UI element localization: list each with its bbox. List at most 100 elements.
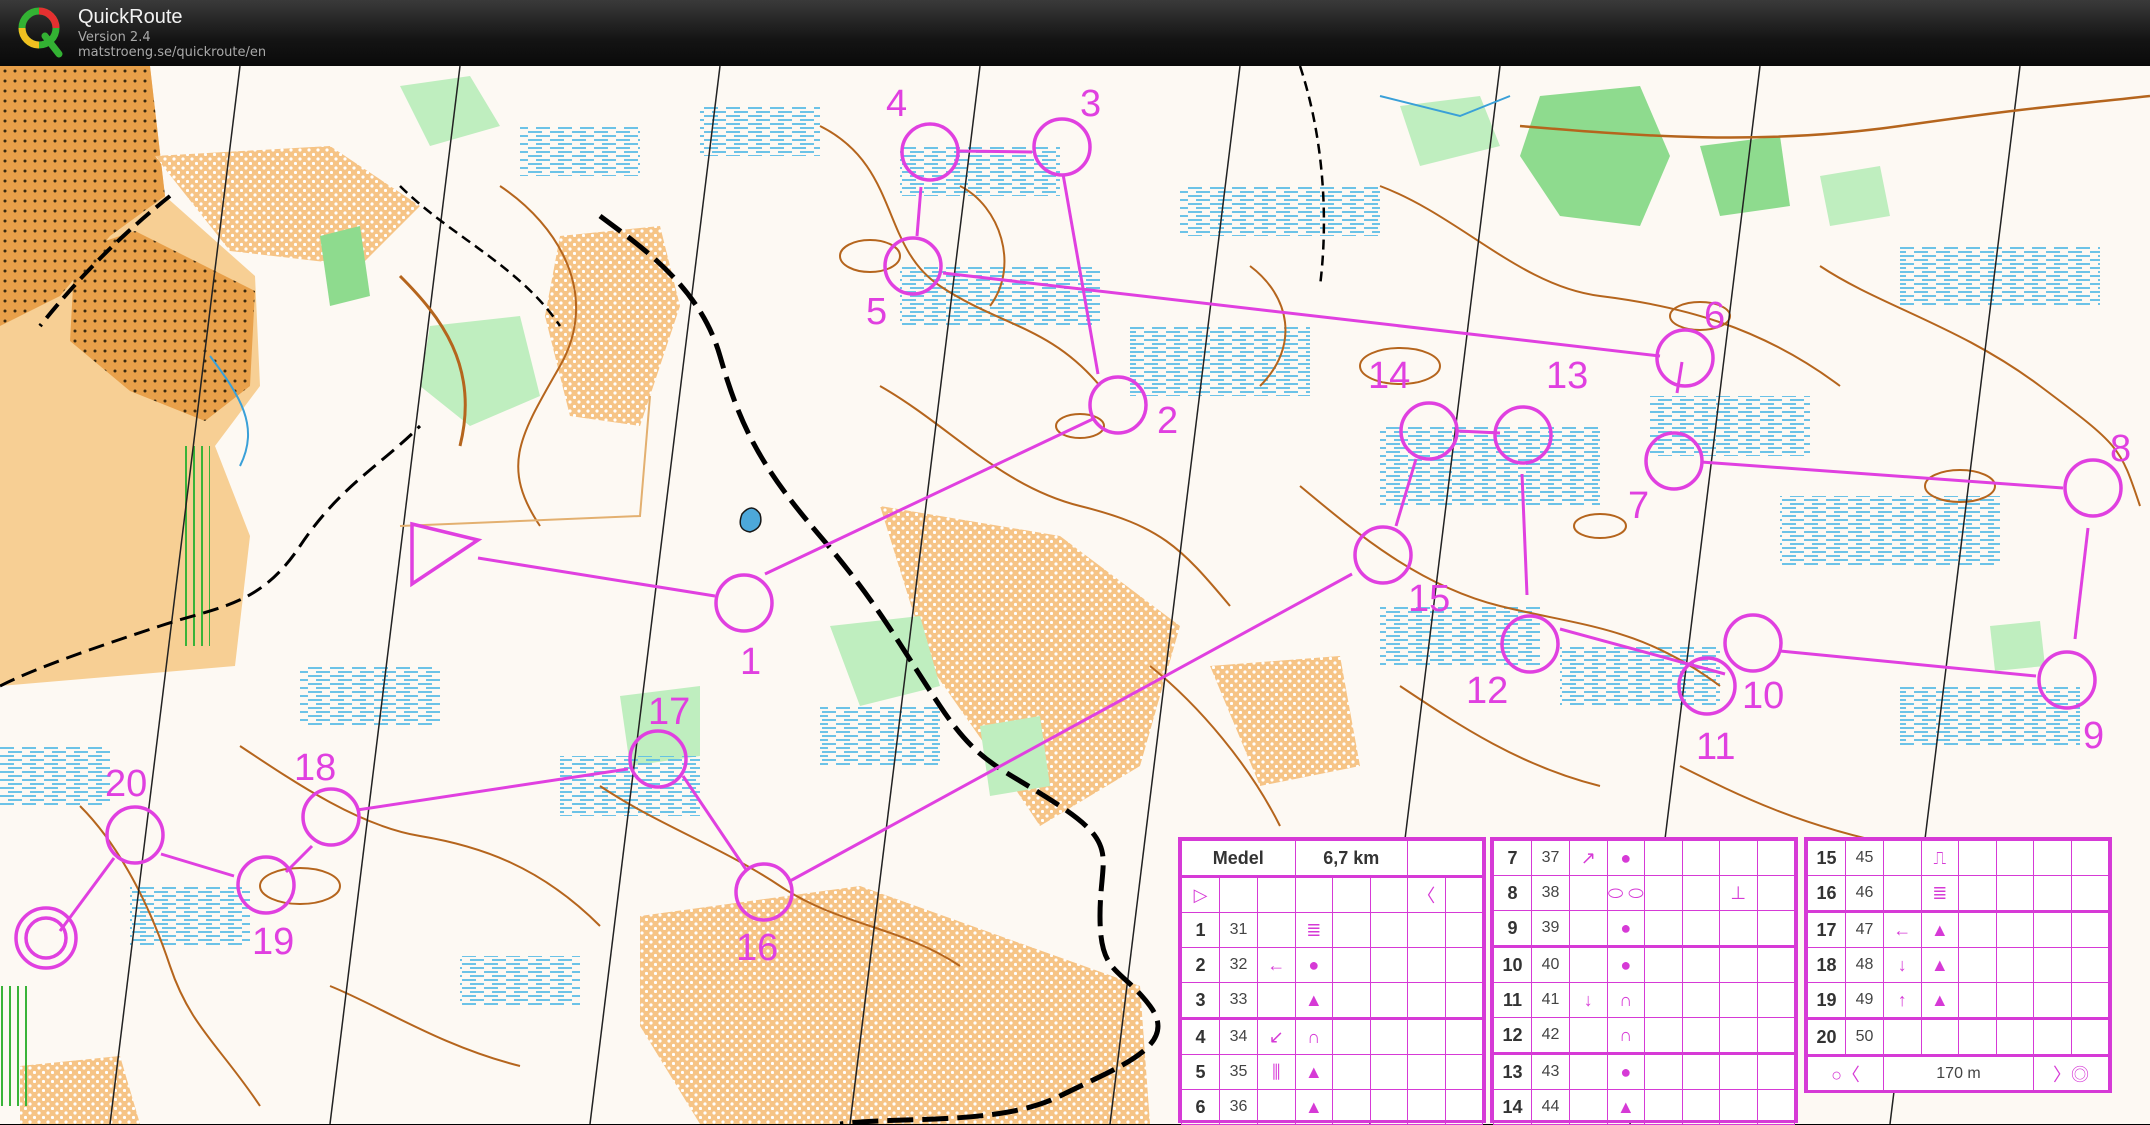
empty-cell xyxy=(1332,947,1371,983)
symbol-cell: ▲ xyxy=(1920,910,1959,948)
empty-cell xyxy=(1719,982,1758,1018)
symbol-cell xyxy=(1569,1089,1608,1125)
control-number-cell: 10 xyxy=(1493,945,1532,983)
symbol-cell: ▲ xyxy=(1920,947,1959,983)
empty-cell xyxy=(2070,875,2109,912)
empty-cell xyxy=(2033,1017,2072,1056)
control-number-cell: 11 xyxy=(1493,982,1532,1018)
control-number-cell: 19 xyxy=(1807,982,1846,1019)
empty-cell xyxy=(1644,840,1683,876)
symbol-cell: ▲ xyxy=(1920,982,1959,1019)
empty-cell xyxy=(1644,875,1683,911)
control-code-cell: 38 xyxy=(1531,875,1570,911)
control-description-3: 15 45 ⎍ 16 46 ≣ 17 47 ← ▲ 18 48 ↓ ▲ 19 49 ↑ ▲ 20 50 ○〈… xyxy=(1804,837,2112,1093)
symbol-cell: ≣ xyxy=(1920,875,1959,912)
control-number: 6 xyxy=(1704,295,1725,337)
empty-cell xyxy=(1332,982,1371,1019)
empty-cell xyxy=(2033,982,2072,1019)
control-code-cell: 39 xyxy=(1531,910,1570,947)
empty-cell xyxy=(1681,982,1720,1018)
symbol-cell: ● xyxy=(1606,1052,1645,1090)
empty-cell xyxy=(1756,840,1795,876)
control-number: 5 xyxy=(866,291,887,333)
empty-cell xyxy=(1995,840,2034,876)
empty-cell xyxy=(1681,1017,1720,1054)
empty-cell xyxy=(1719,1017,1758,1054)
control-code-cell: 36 xyxy=(1219,1089,1258,1125)
empty-cell xyxy=(1407,1089,1446,1125)
empty-cell xyxy=(1756,1052,1795,1090)
empty-cell xyxy=(1444,912,1483,948)
empty-cell xyxy=(1958,910,1997,948)
empty-cell xyxy=(1644,1052,1683,1090)
start-direction-icon: 〈 xyxy=(1407,875,1446,913)
control-number-cell: 17 xyxy=(1807,910,1846,948)
control-number-cell: 20 xyxy=(1807,1017,1846,1056)
app-version: Version 2.4 xyxy=(78,30,151,45)
symbol-cell: ↑ xyxy=(1883,982,1922,1019)
empty-cell xyxy=(2033,875,2072,912)
symbol-cell xyxy=(1883,840,1922,876)
empty-cell xyxy=(1444,1017,1483,1055)
control-number-cell: 15 xyxy=(1807,840,1846,876)
empty-cell xyxy=(2070,840,2109,876)
control-number: 17 xyxy=(648,691,690,733)
course-length: 6,7 km xyxy=(1294,840,1408,877)
empty-cell xyxy=(2033,910,2072,948)
symbol-cell: ≣ xyxy=(1294,912,1333,948)
symbol-cell: ⫼ xyxy=(1257,1054,1296,1090)
empty-cell xyxy=(1995,982,2034,1019)
empty-cell xyxy=(2070,1017,2109,1056)
empty-cell xyxy=(1681,840,1720,876)
control-number: 11 xyxy=(1696,726,1735,768)
control-code-cell: 31 xyxy=(1219,912,1258,948)
control-number-cell: 2 xyxy=(1181,947,1220,983)
control-code-cell: 33 xyxy=(1219,982,1258,1019)
control-description-1: Medel 6,7 km ▷ 〈 1 31 ≣ 2 32 ← ● 3 33 ▲ 4 34 ↙ ∩ 5… xyxy=(1178,837,1486,1125)
course-class: Medel xyxy=(1181,840,1296,877)
symbol-cell: ⊥ xyxy=(1719,875,1758,911)
control-number-cell: 3 xyxy=(1181,982,1220,1019)
control-number: 15 xyxy=(1408,578,1450,620)
empty-cell xyxy=(2033,947,2072,983)
control-number: 18 xyxy=(294,747,336,789)
control-number: 2 xyxy=(1157,400,1178,442)
empty-cell xyxy=(2070,910,2109,948)
control-code-cell: 43 xyxy=(1531,1052,1570,1090)
empty-cell xyxy=(1332,1017,1371,1055)
symbol-cell: ↓ xyxy=(1569,982,1608,1018)
symbol-cell: ↗ xyxy=(1569,840,1608,876)
finish-circle-icon: 〉◎ xyxy=(2033,1054,2109,1092)
empty-cell xyxy=(1883,1017,1922,1056)
symbol-cell: ∩ xyxy=(1606,982,1645,1018)
symbol-cell: ← xyxy=(1883,910,1922,948)
title-bar: QuickRoute Version 2.4 matstroeng.se/qui… xyxy=(0,0,2150,67)
control-number: 20 xyxy=(105,763,147,805)
empty-cell xyxy=(1681,875,1720,911)
symbol-cell: ∩ xyxy=(1294,1017,1333,1055)
symbol-cell: ● xyxy=(1606,910,1645,947)
empty-cell xyxy=(1644,1089,1683,1125)
symbol-cell xyxy=(1883,875,1922,912)
empty-cell xyxy=(1369,875,1408,913)
symbol-cell: ↓ xyxy=(1883,947,1922,983)
empty-cell xyxy=(1756,1017,1795,1054)
empty-cell xyxy=(1958,947,1997,983)
control-code-cell: 37 xyxy=(1531,840,1570,876)
control-number-cell: 16 xyxy=(1807,875,1846,912)
control-description-2: 7 37 ↗ ● 8 38 ⬭ ⬭ ⊥ 9 39 ● 10 40 ● 11 41 ↓ ∩ 12 42 ∩ 13… xyxy=(1490,837,1798,1125)
empty-cell xyxy=(1756,1089,1795,1125)
empty-cell xyxy=(1920,1017,1959,1056)
empty-cell xyxy=(1257,875,1296,913)
empty-cell xyxy=(1332,1054,1371,1090)
control-number-cell: 13 xyxy=(1493,1052,1532,1090)
empty-cell xyxy=(1958,982,1997,1019)
symbol-cell xyxy=(1569,945,1608,983)
empty-cell xyxy=(1369,982,1408,1019)
empty-cell xyxy=(1407,947,1446,983)
empty-cell xyxy=(1719,840,1758,876)
empty-cell xyxy=(1407,1054,1446,1090)
empty-cell xyxy=(2033,840,2072,876)
empty-cell xyxy=(1995,875,2034,912)
control-number: 14 xyxy=(1368,355,1410,397)
